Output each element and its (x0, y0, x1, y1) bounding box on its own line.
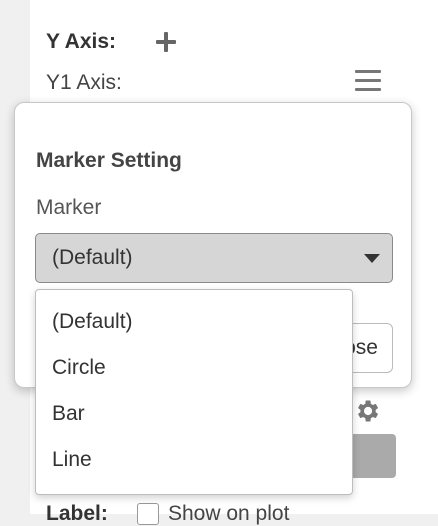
marker-dropdown-list: (Default) Circle Bar Line (35, 289, 353, 495)
dropdown-option-circle[interactable]: Circle (36, 348, 352, 394)
marker-select-value: (Default) (52, 246, 133, 269)
hamburger-icon[interactable] (355, 70, 381, 92)
y-axis-title: Y Axis: (46, 30, 117, 53)
gear-icon[interactable] (353, 397, 381, 425)
dropdown-option-bar[interactable]: Bar (36, 394, 352, 440)
show-on-plot-checkbox[interactable] (137, 503, 159, 525)
marker-label: Marker (36, 196, 102, 219)
show-on-plot-label: Show on plot (168, 502, 290, 525)
caret-down-icon (364, 254, 380, 263)
popover-title: Marker Setting (36, 149, 182, 172)
dropdown-option-default[interactable]: (Default) (36, 302, 352, 348)
label-heading: Label: (46, 502, 108, 525)
dropdown-option-line[interactable]: Line (36, 440, 352, 486)
marker-select[interactable]: (Default) (35, 233, 393, 283)
y1-axis-label: Y1 Axis: (46, 71, 122, 94)
plus-icon[interactable] (153, 29, 179, 55)
